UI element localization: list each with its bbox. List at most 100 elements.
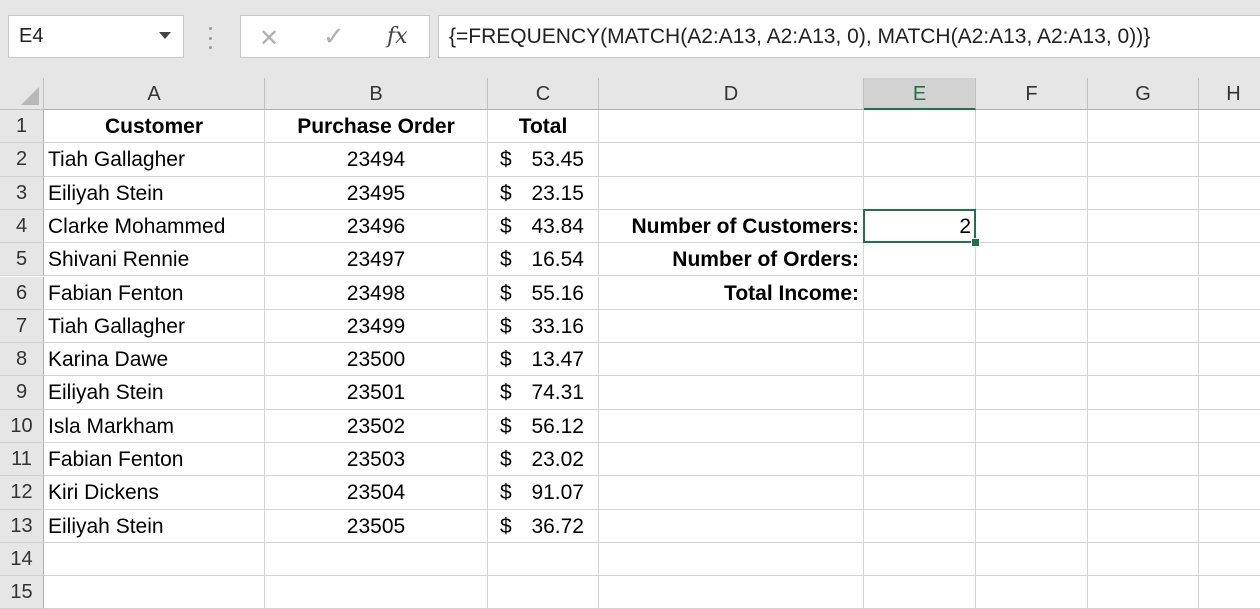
checkmark-icon[interactable]: ✓ (323, 22, 345, 52)
column-header-a[interactable]: A (44, 78, 265, 110)
chevron-down-icon[interactable] (159, 32, 171, 39)
cell[interactable] (976, 409, 1088, 443)
cell[interactable] (1088, 576, 1199, 609)
cell[interactable] (976, 476, 1088, 510)
row-header-9[interactable]: 9 (0, 376, 44, 410)
select-all-button[interactable] (0, 78, 44, 110)
row-header-3[interactable]: 3 (0, 176, 44, 210)
total-cell[interactable]: $56.12 (488, 409, 599, 443)
customer-cell[interactable]: Shivani Rennie (44, 243, 265, 277)
cell[interactable] (1199, 410, 1260, 443)
cell[interactable] (864, 443, 976, 477)
cell[interactable] (1199, 443, 1260, 477)
cell[interactable] (864, 509, 976, 543)
cell[interactable] (1199, 210, 1260, 244)
cell[interactable] (976, 176, 1088, 210)
formula-input[interactable]: {=FREQUENCY(MATCH(A2:A13, A2:A13, 0), MA… (438, 15, 1260, 58)
cell[interactable] (265, 576, 488, 609)
cell[interactable] (864, 409, 976, 443)
cell[interactable] (976, 576, 1088, 609)
order-cell[interactable]: 23505 (265, 509, 488, 543)
cell[interactable] (864, 576, 976, 609)
customer-cell[interactable]: Kiri Dickens (44, 476, 265, 510)
customer-cell[interactable]: Eiliyah Stein (44, 176, 265, 210)
cell[interactable] (864, 143, 976, 177)
order-cell[interactable]: 23498 (265, 276, 488, 310)
cell[interactable] (976, 509, 1088, 543)
column-header-g[interactable]: G (1088, 78, 1199, 110)
cell[interactable] (1199, 576, 1260, 609)
cell[interactable] (1199, 243, 1260, 277)
cell[interactable] (1199, 343, 1260, 377)
cell[interactable] (599, 110, 864, 144)
cell[interactable] (599, 542, 864, 577)
cell[interactable] (864, 110, 976, 144)
total-cell[interactable]: $36.72 (488, 509, 599, 543)
column-header-h[interactable]: H (1199, 78, 1260, 110)
cell[interactable] (1088, 176, 1199, 210)
row-header-7[interactable]: 7 (0, 309, 44, 344)
cell[interactable] (44, 542, 265, 577)
cell[interactable] (599, 409, 864, 443)
row-header-10[interactable]: 10 (0, 409, 44, 443)
cell[interactable] (864, 542, 976, 577)
cell[interactable] (599, 376, 864, 410)
cell[interactable] (976, 443, 1088, 477)
cancel-x-icon[interactable]: ✕ (259, 24, 279, 52)
row-header-1[interactable]: 1 (0, 110, 44, 144)
cell[interactable] (1088, 110, 1199, 144)
fill-handle[interactable] (971, 238, 980, 248)
order-cell[interactable]: 23495 (265, 176, 488, 210)
cell[interactable] (976, 343, 1088, 377)
total-cell[interactable]: $23.02 (488, 443, 599, 477)
row-header-13[interactable]: 13 (0, 509, 44, 543)
cell[interactable] (599, 509, 864, 543)
cell[interactable] (1088, 143, 1199, 177)
cell[interactable] (1199, 110, 1260, 144)
column-header-d[interactable]: D (599, 78, 864, 110)
cell[interactable] (599, 143, 864, 177)
cell[interactable] (1199, 476, 1260, 510)
cell[interactable] (265, 542, 488, 577)
cell[interactable] (1088, 309, 1199, 344)
customer-cell[interactable]: Clarke Mohammed (44, 209, 265, 244)
order-cell[interactable]: 23502 (265, 409, 488, 443)
cell[interactable] (1199, 510, 1260, 543)
cell[interactable] (1088, 276, 1199, 310)
order-cell[interactable]: 23501 (265, 376, 488, 410)
cell[interactable] (976, 542, 1088, 577)
total-cell[interactable]: $55.16 (488, 276, 599, 310)
customer-cell[interactable]: Tiah Gallagher (44, 143, 265, 177)
cell[interactable] (1088, 476, 1199, 510)
cell[interactable] (1199, 376, 1260, 410)
order-cell[interactable]: 23504 (265, 476, 488, 510)
cell[interactable] (1088, 409, 1199, 443)
row-header-8[interactable]: 8 (0, 343, 44, 377)
cell[interactable] (1088, 542, 1199, 577)
customer-cell[interactable]: Eiliyah Stein (44, 509, 265, 543)
cell[interactable] (1088, 443, 1199, 477)
cell[interactable] (599, 476, 864, 510)
cell[interactable] (864, 276, 976, 310)
order-cell[interactable]: 23497 (265, 243, 488, 277)
cell[interactable] (864, 376, 976, 410)
customer-cell[interactable]: Karina Dawe (44, 343, 265, 377)
cell[interactable] (1199, 310, 1260, 344)
row-header-14[interactable]: 14 (0, 542, 44, 577)
cell[interactable] (1199, 143, 1260, 177)
name-box[interactable]: E4 (8, 15, 184, 58)
number-of-customers-value[interactable]: 2 (864, 209, 976, 244)
cell[interactable] (864, 476, 976, 510)
cell[interactable] (488, 542, 599, 577)
cell[interactable] (1088, 376, 1199, 410)
total-cell[interactable]: $23.15 (488, 176, 599, 210)
cell[interactable] (976, 143, 1088, 177)
cell[interactable] (1088, 343, 1199, 377)
cell[interactable] (599, 443, 864, 477)
cell[interactable] (976, 110, 1088, 144)
cell[interactable] (1199, 543, 1260, 577)
cell[interactable] (599, 176, 864, 210)
total-cell[interactable]: $13.47 (488, 343, 599, 377)
cell[interactable] (976, 309, 1088, 344)
order-cell[interactable]: 23503 (265, 443, 488, 477)
